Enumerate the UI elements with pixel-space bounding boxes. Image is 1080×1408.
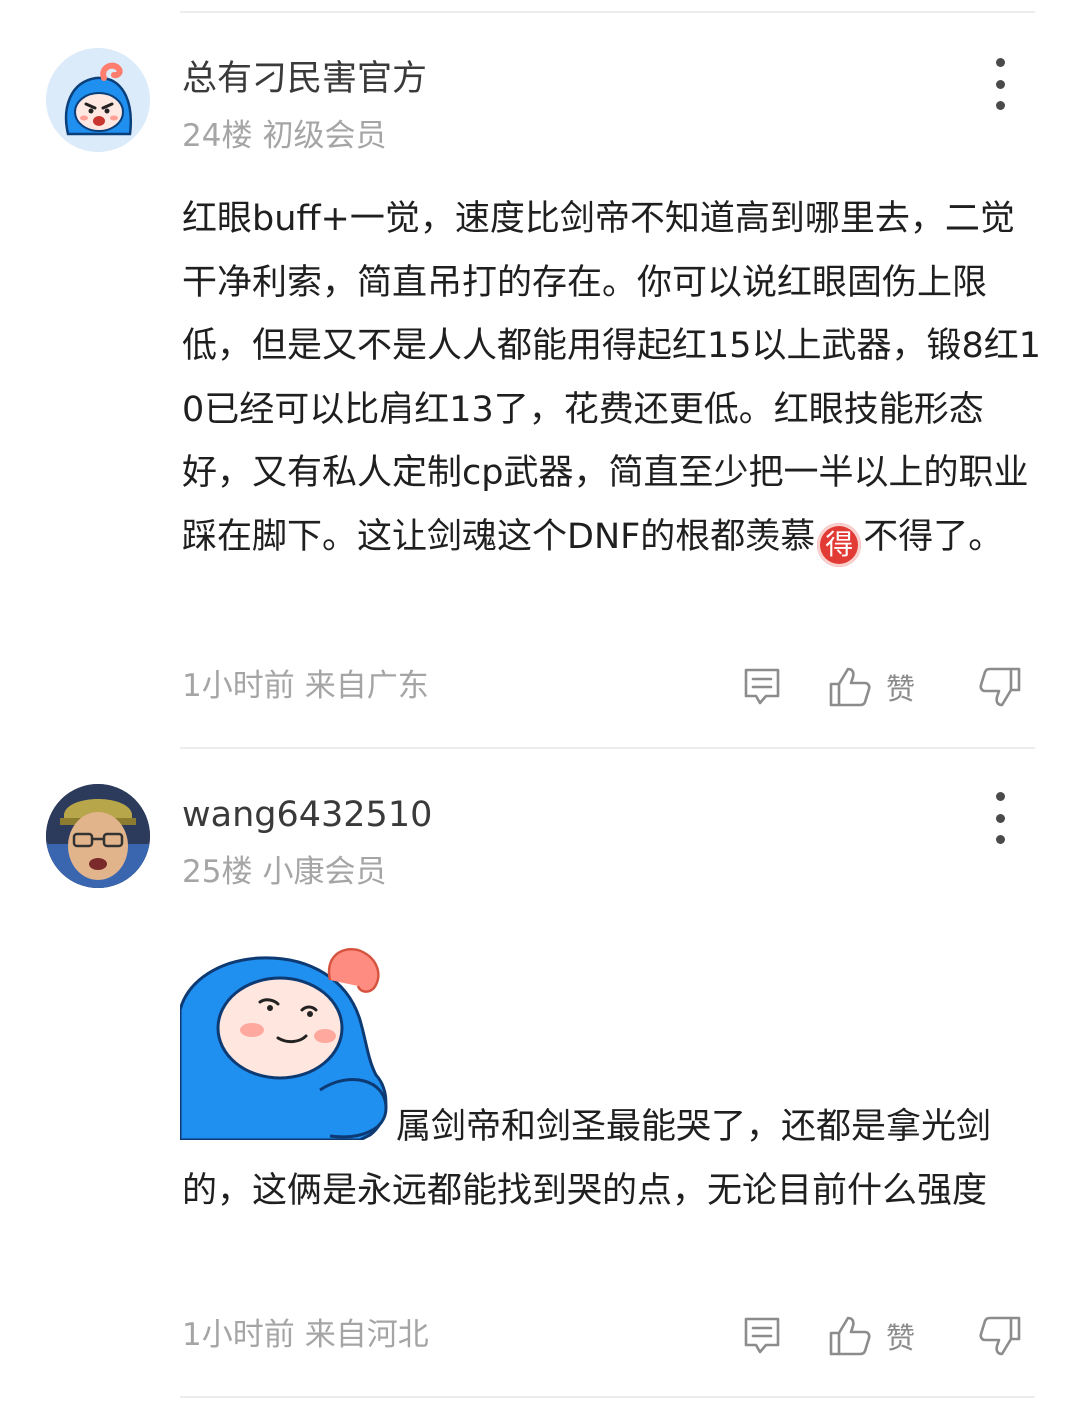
avatar[interactable] — [46, 784, 150, 888]
thumb-down-icon — [979, 1316, 1021, 1356]
comment-post-25: wang6432510 25楼 小康会员 属剑帝和剑圣最能哭了，还都是拿光剑的，… — [0, 0, 1080, 1408]
comment-body: 属剑帝和剑圣最能哭了，还都是拿光剑的，这俩是永远都能找到哭的点，无论目前什么强度 — [0, 940, 1080, 1280]
member-level: 小康会员 — [262, 854, 387, 890]
dislike-button[interactable] — [978, 1311, 1022, 1361]
username[interactable]: wang6432510 — [182, 793, 432, 837]
comment-icon — [744, 1317, 780, 1354]
comment-text: 属剑帝和剑圣最能哭了，还都是拿光剑的，这俩是永远都能找到哭的点，无论目前什么强度 — [182, 1107, 992, 1211]
floor-number: 25楼 — [182, 854, 253, 890]
like-label: 赞 — [886, 1321, 916, 1355]
bottom-divider — [180, 1396, 1035, 1398]
like-button[interactable]: 赞 — [828, 1311, 915, 1361]
post-time-location: 1小时前 来自河北 — [182, 1315, 429, 1355]
post-time: 1小时前 — [182, 1317, 295, 1353]
more-dot — [995, 813, 1005, 823]
more-vertical-icon — [995, 792, 1005, 801]
more-dot — [995, 835, 1005, 844]
person-avatar-icon — [46, 784, 150, 888]
reply-button[interactable] — [742, 1311, 782, 1361]
post-location: 来自河北 — [304, 1317, 429, 1353]
thumb-up-icon — [829, 1316, 871, 1356]
sticker-spacer — [182, 1128, 396, 1138]
user-meta: 25楼 小康会员 — [182, 852, 386, 892]
comment-text-block: 属剑帝和剑圣最能哭了，还都是拿光剑的，这俩是永远都能找到哭的点，无论目前什么强度 — [182, 1096, 1042, 1223]
more-options-button[interactable] — [980, 788, 1020, 848]
comment-footer: 1小时前 来自河北 赞 — [0, 1311, 1080, 1361]
